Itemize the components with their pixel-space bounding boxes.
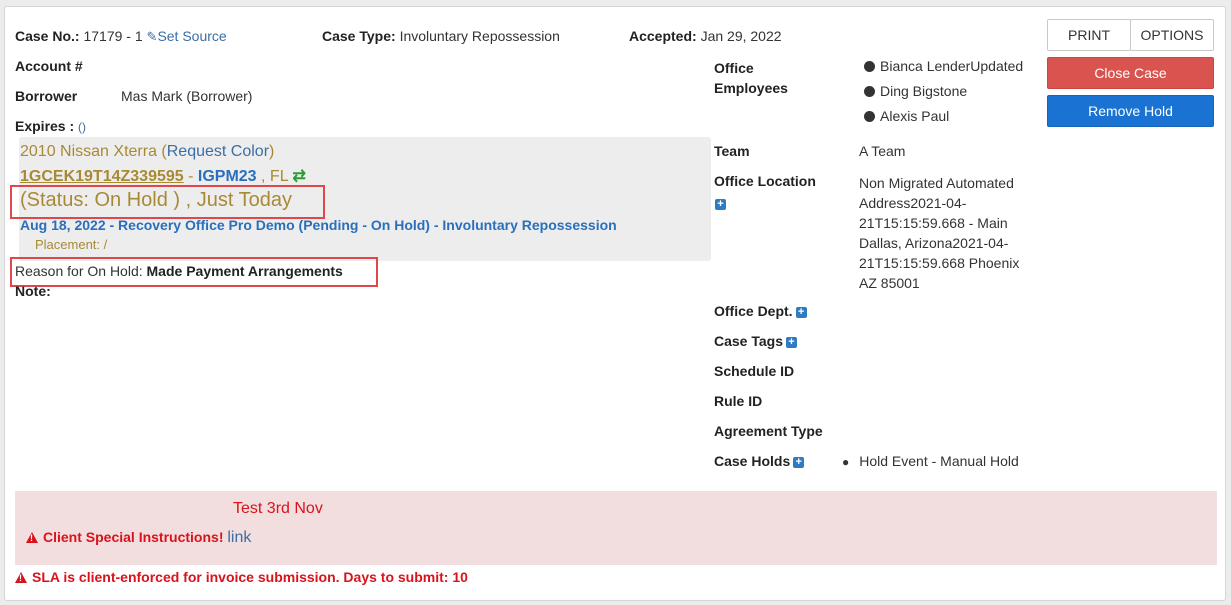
vehicle-name: 2010 Nissan Xterra (Request Color)	[20, 143, 275, 160]
case-card: Case No.: 17179 - 1 ✎Set Source Case Typ…	[4, 6, 1226, 601]
close-case-button[interactable]: Close Case	[1047, 57, 1214, 89]
set-source-link[interactable]: Set Source	[157, 28, 226, 44]
print-button[interactable]: PRINT	[1047, 19, 1131, 51]
swap-icon[interactable]: ⇄	[292, 168, 305, 185]
vin-link[interactable]: 1GCEK19T14Z339595	[20, 168, 184, 185]
borrower-value: Mas Mark (Borrower)	[121, 88, 253, 104]
request-color-link[interactable]: Request Color	[167, 143, 269, 160]
schedule-id-label: Schedule ID	[714, 363, 795, 379]
pencil-icon[interactable]: ✎	[147, 29, 158, 44]
plus-icon[interactable]: +	[786, 336, 797, 348]
plus-icon[interactable]: +	[715, 198, 726, 210]
employee-item: Bianca LenderUpdated	[864, 58, 1023, 74]
expires: Expires : ()	[15, 118, 87, 134]
remove-hold-button[interactable]: Remove Hold	[1047, 95, 1214, 127]
special-instructions-panel	[15, 491, 1217, 565]
dot-icon	[864, 61, 875, 72]
case-hold-item: ● Hold Event - Manual Hold	[842, 453, 1019, 469]
special-instructions-link[interactable]: link	[227, 529, 251, 546]
placement: Placement: /	[35, 237, 108, 252]
special-instructions: Client Special Instructions! link	[26, 529, 251, 547]
sla-warning: SLA is client-enforced for invoice submi…	[15, 569, 468, 585]
office-employees-label: Office Employees	[714, 60, 788, 96]
options-button[interactable]: OPTIONS	[1130, 19, 1214, 51]
warning-icon	[26, 532, 38, 543]
hold-reason: Reason for On Hold: Made Payment Arrange…	[15, 263, 343, 279]
team-value: A Team	[859, 143, 906, 159]
plate-link[interactable]: IGPM23	[198, 168, 257, 185]
case-holds: Case Holds +	[714, 453, 805, 469]
accepted-date: Accepted: Jan 29, 2022	[629, 28, 782, 44]
plus-icon[interactable]: +	[795, 306, 807, 318]
warning-icon	[15, 572, 27, 583]
event-link[interactable]: Aug 18, 2022 - Recovery Office Pro Demo …	[20, 217, 617, 233]
account-label: Account #	[15, 58, 83, 74]
employee-item: Alexis Paul	[864, 108, 949, 124]
expires-link[interactable]: ()	[78, 120, 86, 134]
case-tags: Case Tags +	[714, 333, 797, 349]
borrower-label: Borrower	[15, 88, 78, 104]
note-label: Note:	[15, 283, 51, 299]
employee-item: Ding Bigstone	[864, 83, 967, 99]
office-dept: Office Dept. +	[714, 303, 807, 319]
case-number: Case No.: 17179 - 1 ✎Set Source	[15, 28, 227, 44]
team-label: Team	[714, 143, 750, 159]
rule-id-label: Rule ID	[714, 393, 763, 409]
plus-icon[interactable]: +	[793, 456, 805, 468]
test-note: Test 3rd Nov	[233, 500, 323, 517]
case-type: Case Type: Involuntary Repossession	[322, 28, 560, 44]
agreement-type-label: Agreement Type	[714, 423, 823, 439]
office-location-value: Non Migrated Automated Address2021-04- 2…	[859, 175, 1020, 291]
dot-icon	[864, 86, 875, 97]
status-text: (Status: On Hold ) , Just Today	[20, 189, 292, 211]
vehicle-ids: 1GCEK19T14Z339595 - IGPM23 , FL ⇄	[20, 168, 306, 185]
office-location-label: Office Location	[714, 173, 816, 189]
dot-icon	[864, 111, 875, 122]
